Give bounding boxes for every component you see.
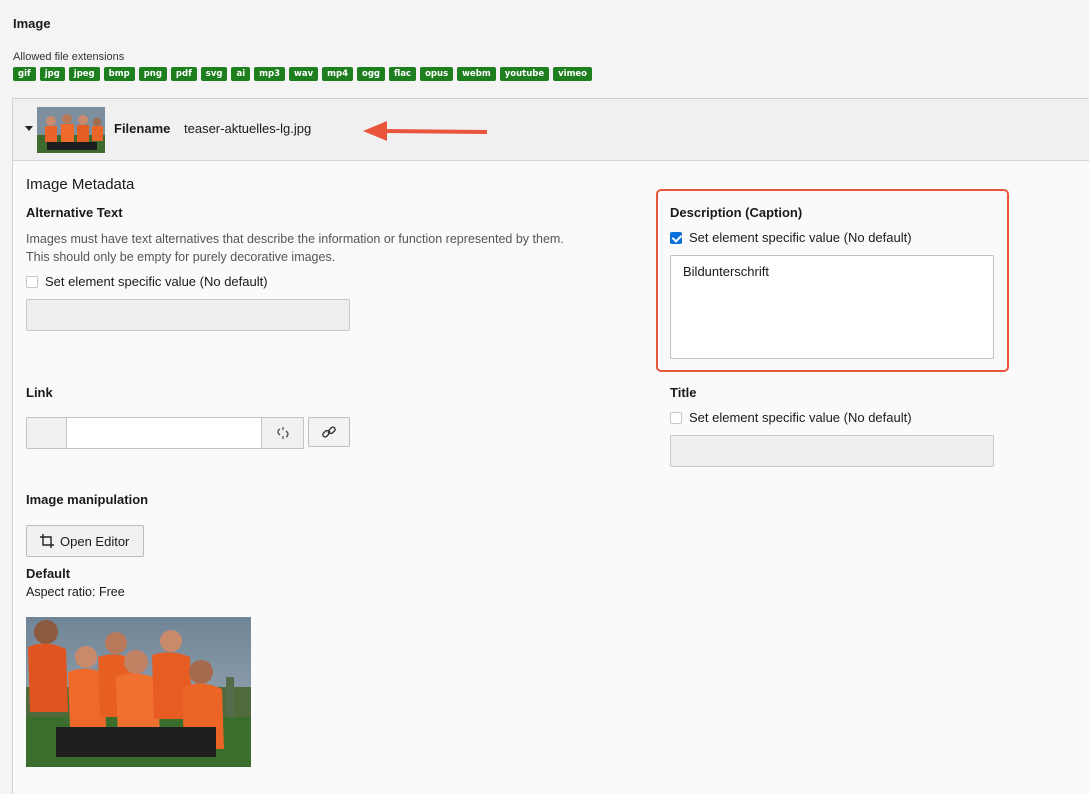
filename-label: Filename (114, 121, 171, 136)
extension-badge-gif: gif (13, 67, 36, 81)
link-input[interactable] (66, 417, 262, 449)
title-input[interactable] (670, 435, 994, 467)
title-override-label: Set element specific value (No default) (689, 410, 912, 425)
extension-badge-webm: webm (457, 67, 496, 81)
open-editor-label: Open Editor (60, 533, 130, 549)
alt-text-input[interactable] (26, 299, 350, 331)
extension-badge-mp4: mp4 (322, 67, 353, 81)
link-icon (322, 426, 336, 438)
title-label: Title (670, 385, 697, 400)
alt-text-override-label: Set element specific value (No default) (45, 274, 268, 289)
extension-badge-ogg: ogg (357, 67, 386, 81)
link-browser-button[interactable] (308, 417, 350, 447)
link-input-group (26, 417, 304, 449)
file-reference-header[interactable]: Filename teaser-aktuelles-lg.jpg (13, 99, 1089, 161)
crop-icon (40, 534, 54, 548)
link-label: Link (26, 385, 53, 400)
crop-variant-default-label: Default (26, 566, 71, 581)
title-override-checkbox[interactable] (670, 411, 682, 424)
aspect-ratio-text: Aspect ratio: Free (26, 585, 125, 599)
extension-badge-pdf: pdf (170, 67, 197, 81)
description-textarea[interactable]: Bildunterschrift (670, 255, 994, 359)
alt-text-help-line-2: This should only be empty for purely dec… (26, 250, 336, 264)
description-override-label: Set element specific value (No default) (689, 230, 912, 245)
image-manipulation-label: Image manipulation (26, 492, 149, 507)
extension-badge-vimeo: vimeo (553, 67, 593, 81)
extension-badge-youtube: youtube (499, 67, 550, 81)
title-override-row[interactable]: Set element specific value (No default) (670, 410, 912, 425)
image-preview (26, 617, 251, 767)
annotation-arrow-icon (363, 121, 488, 141)
allowed-extensions-label: Allowed file extensions (13, 51, 125, 63)
image-metadata-title: Image Metadata (26, 176, 135, 193)
section-title: Image (13, 16, 51, 31)
extension-badge-png: png (138, 67, 167, 81)
extension-badge-jpg: jpg (39, 67, 65, 81)
caret-down-icon[interactable] (25, 126, 33, 131)
alt-text-override-checkbox[interactable] (26, 275, 38, 288)
extension-badge-svg: svg (200, 67, 228, 81)
extension-badge-wav: wav (289, 67, 319, 81)
alt-text-override-row[interactable]: Set element specific value (No default) (26, 274, 268, 289)
extension-badge-bmp: bmp (103, 67, 135, 81)
alt-text-help: Images must have text alternatives that … (26, 230, 646, 266)
description-override-row[interactable]: Set element specific value (No default) (670, 230, 912, 245)
allowed-extensions-list: gif jpg jpeg bmp png pdf svg ai mp3 wav mp4 ogg flac… (13, 67, 593, 81)
unlink-icon (276, 427, 289, 439)
filename-value: teaser-aktuelles-lg.jpg (184, 121, 312, 136)
file-thumbnail (37, 107, 105, 153)
extension-badge-flac: flac (389, 67, 417, 81)
extension-badge-opus: opus (420, 67, 454, 81)
alt-text-help-line-1: Images must have text alternatives that … (26, 232, 564, 246)
link-prefix (26, 417, 66, 449)
extension-badge-ai: ai (231, 67, 251, 81)
unlink-button[interactable] (262, 417, 304, 449)
open-editor-button[interactable]: Open Editor (26, 525, 144, 557)
description-label: Description (Caption) (670, 205, 803, 220)
alt-text-label: Alternative Text (26, 205, 123, 220)
extension-badge-jpeg: jpeg (68, 67, 100, 81)
extension-badge-mp3: mp3 (254, 67, 285, 81)
description-override-checkbox[interactable] (670, 231, 682, 244)
